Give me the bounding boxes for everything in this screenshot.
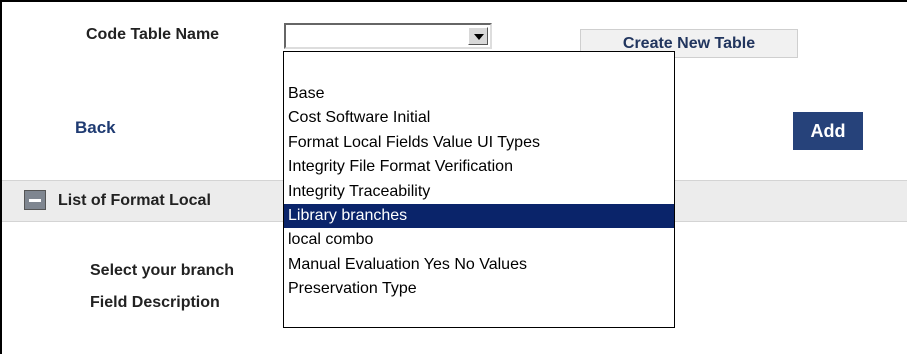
dropdown-option[interactable]: local combo xyxy=(284,228,674,252)
dropdown-option[interactable]: Manual Evaluation Yes No Values xyxy=(284,253,674,277)
dropdown-option[interactable]: Integrity File Format Verification xyxy=(284,155,674,179)
dropdown-option[interactable]: Integrity Traceability xyxy=(284,180,674,204)
dropdown-option[interactable]: Cost Software Initial xyxy=(284,106,674,130)
code-table-select[interactable] xyxy=(284,23,492,49)
dropdown-option[interactable]: Preservation Type xyxy=(284,277,674,301)
dropdown-option[interactable]: Format Local Fields Value UI Types xyxy=(284,131,674,155)
code-table-dropdown-list: Base Cost Software Initial Format Local … xyxy=(283,51,675,328)
dropdown-option[interactable]: Base xyxy=(284,82,674,106)
chevron-down-icon[interactable] xyxy=(468,27,488,45)
code-table-name-label: Code Table Name xyxy=(86,26,220,43)
section-title: List of Format Local xyxy=(58,192,211,209)
add-button[interactable]: Add xyxy=(793,112,863,150)
back-link[interactable]: Back xyxy=(75,118,116,138)
select-branch-label: Select your branch xyxy=(90,262,235,279)
field-description-label: Field Description xyxy=(90,294,220,311)
collapse-icon[interactable] xyxy=(24,190,46,210)
dropdown-option-selected[interactable]: Library branches xyxy=(284,203,674,229)
